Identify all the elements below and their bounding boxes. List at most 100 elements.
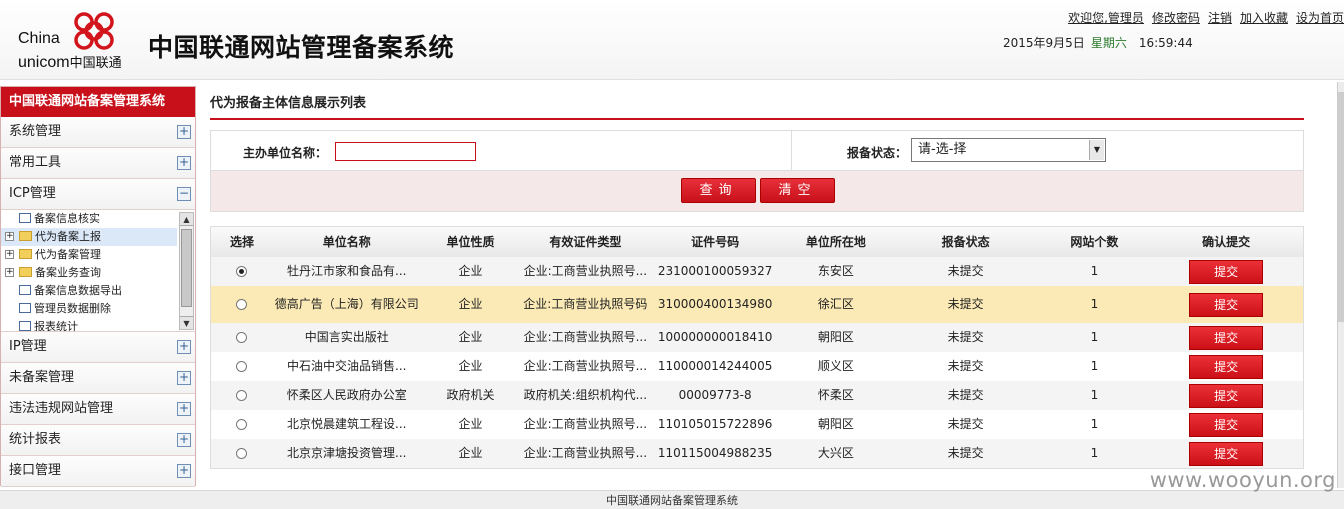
cell-cert-type: 企业:工商营业执照号码 bbox=[523, 297, 648, 311]
submit-button[interactable]: 提交 bbox=[1189, 441, 1264, 466]
tree-item[interactable]: 备案信息数据导出 bbox=[1, 282, 195, 300]
cell-sites: 1 bbox=[1090, 264, 1099, 278]
cell-name: 中石油中交油品销售... bbox=[287, 359, 407, 373]
expand-icon[interactable]: + bbox=[177, 402, 191, 416]
row-radio[interactable] bbox=[236, 332, 248, 343]
expand-icon[interactable]: + bbox=[177, 156, 191, 170]
cell-cert-no: 110000014244005 bbox=[657, 359, 773, 373]
date-text: 2015年9月5日 bbox=[1003, 36, 1085, 50]
sidebar-item[interactable]: 常用工具 + bbox=[1, 148, 195, 179]
sidebar-item[interactable]: 统计报表 + bbox=[1, 425, 195, 456]
scroll-thumb[interactable] bbox=[181, 229, 192, 307]
page-title: 代为报备主体信息展示列表 bbox=[210, 86, 1304, 120]
sidebar-item[interactable]: 接口管理 + bbox=[1, 456, 195, 487]
table-header: 选择 单位名称 单位性质 有效证件类型 证件号码 单位所在地 报备状态 网站个数… bbox=[211, 227, 1303, 257]
add-favorite-link[interactable]: 加入收藏 bbox=[1240, 11, 1288, 25]
sidebar-item[interactable]: 违法违规网站管理 + bbox=[1, 394, 195, 425]
table-row[interactable]: 北京京津塘投资管理... 企业 企业:工商营业执照号... 1101150049882… bbox=[211, 439, 1303, 468]
page-scrollbar[interactable] bbox=[1337, 82, 1344, 488]
logo-text-cn: 中国联通 bbox=[69, 56, 122, 71]
set-homepage-link[interactable]: 设为首页 bbox=[1296, 11, 1344, 25]
cell-name: 北京京津塘投资管理... bbox=[287, 446, 407, 460]
cell-cert-no: 00009773-8 bbox=[678, 388, 752, 402]
tree-item[interactable]: 管理员数据删除 bbox=[1, 300, 195, 318]
sidebar-item[interactable]: ICP管理 − bbox=[1, 179, 195, 210]
main-content: 代为报备主体信息展示列表 主办单位名称： 报备状态： 请-选-择 ▼ 查询 清空… bbox=[210, 86, 1304, 469]
table-row[interactable]: 中石油中交油品销售... 企业 企业:工商营业执照号... 1100000142440… bbox=[211, 352, 1303, 381]
cell-cert-type: 企业:工商营业执照号... bbox=[523, 417, 648, 431]
page-scroll-thumb[interactable] bbox=[1338, 92, 1344, 322]
row-radio[interactable] bbox=[236, 266, 248, 277]
tree-item[interactable]: + 备案业务查询 bbox=[1, 264, 195, 282]
cell-nature: 企业 bbox=[458, 264, 483, 278]
cell-status: 未提交 bbox=[947, 297, 984, 311]
cell-sites: 1 bbox=[1090, 330, 1099, 344]
row-radio[interactable] bbox=[236, 361, 248, 372]
tree-item-label: 代为备案上报 bbox=[35, 230, 101, 243]
row-radio[interactable] bbox=[236, 448, 248, 459]
scroll-down-icon[interactable]: ▼ bbox=[180, 316, 193, 329]
weekday-text: 星期六 bbox=[1090, 36, 1127, 50]
scroll-up-icon[interactable]: ▲ bbox=[180, 213, 193, 226]
icp-tree: 备案信息核实 + 代为备案上报 + 代为备案管理 + 备案业务查询 备案信息数据导出管理员数据… bbox=[1, 210, 195, 332]
expand-icon[interactable]: + bbox=[177, 464, 191, 478]
submit-button[interactable]: 提交 bbox=[1189, 325, 1264, 350]
submit-button[interactable]: 提交 bbox=[1189, 412, 1264, 437]
tree-item[interactable]: + 代为备案上报 bbox=[1, 228, 177, 246]
cell-cert-no: 100000000018410 bbox=[657, 330, 773, 344]
col-header: 确认提交 bbox=[1202, 234, 1251, 249]
submit-button[interactable]: 提交 bbox=[1189, 259, 1264, 284]
row-radio[interactable] bbox=[236, 299, 248, 310]
sidebar-item-label: ICP管理 bbox=[9, 186, 56, 201]
select-cell bbox=[211, 410, 273, 439]
change-password-link[interactable]: 修改密码 bbox=[1152, 11, 1200, 25]
table-row[interactable]: 德高广告（上海）有限公司 企业 企业:工商营业执照号码 310000400134980… bbox=[211, 286, 1303, 323]
sidebar-item[interactable]: IP管理 + bbox=[1, 332, 195, 363]
submit-button[interactable]: 提交 bbox=[1189, 383, 1264, 408]
table-row[interactable]: 牡丹江市家和食品有... 企业 企业:工商营业执照号... 2310001000593… bbox=[211, 257, 1303, 286]
folder-icon bbox=[19, 249, 32, 259]
tree-expand-icon[interactable]: + bbox=[5, 232, 14, 241]
row-radio[interactable] bbox=[236, 390, 248, 401]
status-select[interactable]: 请-选-择 ▼ bbox=[911, 138, 1106, 162]
col-header: 单位所在地 bbox=[805, 234, 866, 249]
cell-nature: 企业 bbox=[458, 297, 483, 311]
tree-expand-icon[interactable]: + bbox=[5, 268, 14, 277]
cell-cert-type: 企业:工商营业执照号... bbox=[523, 330, 648, 344]
collapse-icon[interactable]: − bbox=[177, 187, 191, 201]
select-cell bbox=[211, 286, 273, 323]
sidebar-item[interactable]: 系统管理 + bbox=[1, 117, 195, 148]
action-cell: 提交 bbox=[1149, 352, 1303, 381]
clear-button[interactable]: 清空 bbox=[760, 178, 835, 203]
cell-cert-no: 110105015722896 bbox=[657, 417, 773, 431]
cell-cert-no: 231000100059327 bbox=[657, 264, 773, 278]
expand-icon[interactable]: + bbox=[177, 433, 191, 447]
table-row[interactable]: 中国言实出版社 企业 企业:工商营业执照号... 100000000018410 朝阳区… bbox=[211, 323, 1303, 352]
tree-item-label: 管理员数据删除 bbox=[34, 302, 111, 315]
tree-item[interactable]: 报表统计 bbox=[1, 318, 195, 331]
action-cell: 提交 bbox=[1149, 323, 1303, 352]
action-cell: 提交 bbox=[1149, 439, 1303, 468]
expand-icon[interactable]: + bbox=[177, 125, 191, 139]
sidebar-item[interactable]: 未备案管理 + bbox=[1, 363, 195, 394]
row-radio[interactable] bbox=[236, 419, 248, 430]
table-row[interactable]: 北京悦晨建筑工程设... 企业 企业:工商营业执照号... 1101050157228… bbox=[211, 410, 1303, 439]
tree-scrollbar[interactable]: ▲ ▼ bbox=[179, 212, 194, 330]
table-row[interactable]: 怀柔区人民政府办公室 政府机关 政府机关:组织机构代... 00009773-8 怀柔区… bbox=[211, 381, 1303, 410]
action-cell: 提交 bbox=[1149, 286, 1303, 323]
tree-item[interactable]: 备案信息核实 bbox=[1, 210, 195, 228]
tree-expand-icon[interactable]: + bbox=[5, 250, 14, 259]
submit-button[interactable]: 提交 bbox=[1189, 354, 1264, 379]
name-input[interactable] bbox=[335, 142, 476, 161]
query-button[interactable]: 查询 bbox=[681, 178, 756, 203]
unicom-knot-icon bbox=[74, 12, 114, 50]
chevron-down-icon[interactable]: ▼ bbox=[1089, 140, 1104, 160]
col-header: 网站个数 bbox=[1070, 234, 1119, 249]
expand-icon[interactable]: + bbox=[177, 371, 191, 385]
welcome-link[interactable]: 欢迎您,管理员 bbox=[1068, 11, 1144, 25]
expand-icon[interactable]: + bbox=[177, 340, 191, 354]
logout-link[interactable]: 注销 bbox=[1208, 11, 1232, 25]
tree-item[interactable]: + 代为备案管理 bbox=[1, 246, 195, 264]
cell-nature: 企业 bbox=[458, 330, 483, 344]
submit-button[interactable]: 提交 bbox=[1189, 292, 1264, 317]
